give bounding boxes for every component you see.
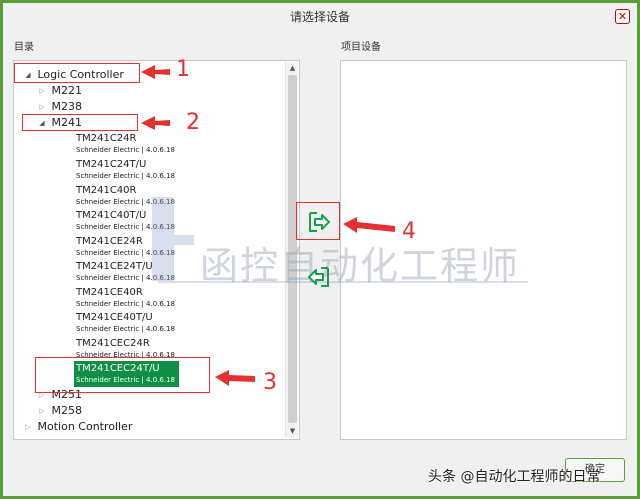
collapsed-arrow-icon[interactable]: ▷	[36, 404, 48, 418]
callout-number-4: 4	[402, 219, 416, 244]
device-item[interactable]: TM241CE24T/U Schneider Electric | 4.0.6.…	[76, 261, 175, 283]
device-vendor: Schneider Electric | 4.0.6.18	[76, 300, 175, 308]
device-vendor: Schneider Electric | 4.0.6.18	[76, 146, 175, 154]
project-devices-label: 项目设备	[341, 42, 381, 53]
callout-number-1: 1	[176, 57, 190, 82]
catalog-label: 目录	[14, 42, 34, 53]
tree-node-m238[interactable]: ▷ M238	[36, 100, 82, 114]
device-item[interactable]: TM241CE40R Schneider Electric | 4.0.6.18	[76, 287, 175, 309]
callout-number-2: 2	[186, 110, 200, 135]
device-vendor: Schneider Electric | 4.0.6.18	[76, 249, 175, 257]
move-left-icon	[308, 267, 329, 287]
scroll-up-icon[interactable]: ▲	[287, 63, 298, 74]
remove-device-button[interactable]	[304, 262, 334, 292]
tree-node-label: M238	[51, 100, 83, 113]
tree-node-label: M258	[51, 404, 83, 417]
tree-node-m221[interactable]: ▷ M221	[36, 84, 82, 98]
device-name: TM241CE40T/U	[76, 312, 153, 323]
device-item[interactable]: TM241C40R Schneider Electric | 4.0.6.18	[76, 185, 175, 207]
tree-node-label: Motion Controller	[37, 420, 133, 433]
callout-box-4	[296, 202, 340, 240]
tree-node-m258[interactable]: ▷ M258	[36, 404, 82, 418]
device-vendor: Schneider Electric | 4.0.6.18	[76, 325, 175, 333]
device-name: TM241C40R	[76, 185, 137, 196]
device-name: TM241C24R	[76, 133, 137, 144]
collapsed-arrow-icon[interactable]: ▷	[36, 100, 48, 114]
scroll-down-icon[interactable]: ▼	[287, 426, 298, 437]
credit-overlay: 头条 @自动化工程师的日常	[428, 469, 601, 485]
device-item[interactable]: TM241C40T/U Schneider Electric | 4.0.6.1…	[76, 210, 175, 232]
collapsed-arrow-icon[interactable]: ▷	[36, 84, 48, 98]
callout-box-1	[14, 63, 140, 83]
device-item[interactable]: TM241C24R Schneider Electric | 4.0.6.18	[76, 133, 175, 155]
device-name: TM241CE40R	[76, 287, 143, 298]
device-name: TM241C40T/U	[76, 210, 147, 221]
device-vendor: Schneider Electric | 4.0.6.18	[76, 198, 175, 206]
device-vendor: Schneider Electric | 4.0.6.18	[76, 274, 175, 282]
device-vendor: Schneider Electric | 4.0.6.18	[76, 223, 175, 231]
device-item[interactable]: TM241C24T/U Schneider Electric | 4.0.6.1…	[76, 159, 175, 181]
device-name: TM241CEC24R	[76, 338, 150, 349]
close-button[interactable]: ✕	[615, 9, 630, 24]
tree-node-label: M221	[51, 84, 83, 97]
watermark-text: 函控自动化工程师	[200, 244, 521, 288]
callout-number-3: 3	[263, 370, 277, 395]
device-name: TM241C24T/U	[76, 159, 147, 170]
tree-node-motion-controller[interactable]: ▷ Motion Controller	[22, 420, 132, 434]
dialog-title: 请选择设备	[289, 10, 350, 24]
device-item[interactable]: TM241CE24R Schneider Electric | 4.0.6.18	[76, 236, 175, 258]
collapsed-arrow-icon[interactable]: ▷	[22, 420, 34, 434]
device-vendor: Schneider Electric | 4.0.6.18	[76, 172, 175, 180]
device-name: TM241CE24R	[76, 236, 143, 247]
callout-box-2	[22, 114, 138, 131]
callout-box-3	[35, 357, 210, 393]
device-item[interactable]: TM241CE40T/U Schneider Electric | 4.0.6.…	[76, 312, 175, 334]
device-name: TM241CE24T/U	[76, 261, 153, 272]
